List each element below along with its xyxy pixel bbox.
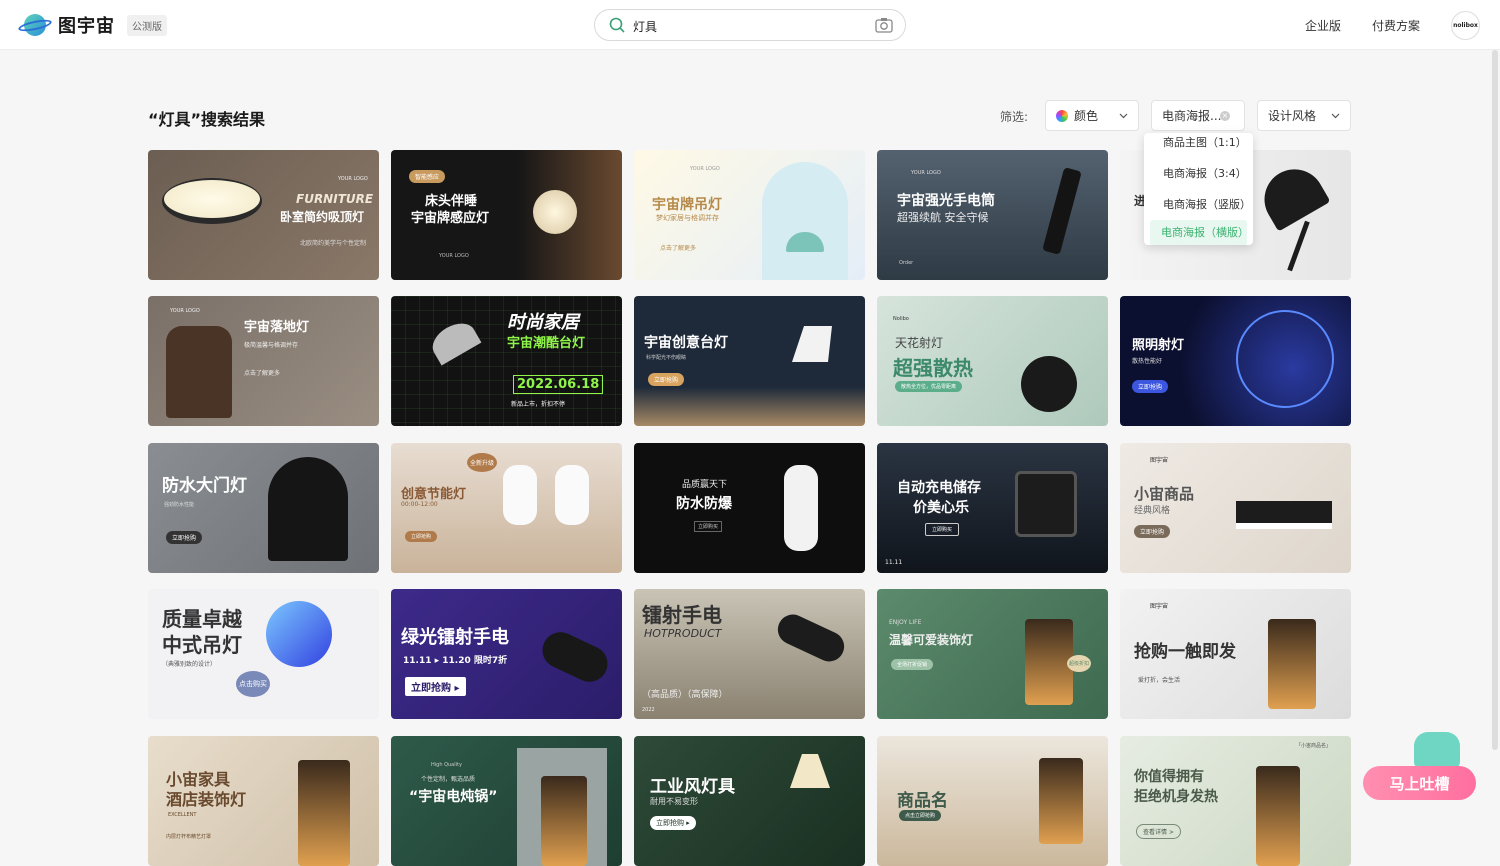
template-card[interactable]: 宇宙创意台灯 科学配光不伤眼睛 立即抢购: [634, 296, 865, 426]
camera-icon[interactable]: [875, 17, 893, 33]
size-dropdown: 商品主图（1:1） 电商海报（3:4） 电商海报（竖版） 电商海报（横版）: [1144, 133, 1253, 245]
template-card[interactable]: High Quality 个性定制，甄选品质 “宇宙电炖锅”: [391, 736, 622, 866]
brand-name: 图宇宙: [58, 16, 115, 37]
template-card[interactable]: 宇宙落地灯 极简温馨与格调并存 点击了解更多 YOUR LOGO: [148, 296, 379, 426]
size-filter-label: 电商海报...: [1162, 109, 1222, 123]
template-card[interactable]: 工业风灯具 耐用不易变形 立即抢购 ▸: [634, 736, 865, 866]
template-card[interactable]: 天花射灯 超强散热 散热全方位，优品零距离 Nolibo: [877, 296, 1108, 426]
scrollbar[interactable]: [1492, 50, 1498, 750]
template-card[interactable]: 你值得拥有 拒绝机身发热 查看详情 > 「小宙商品名」: [1120, 736, 1351, 866]
color-filter[interactable]: 颜色: [1045, 100, 1139, 131]
color-filter-label: 颜色: [1074, 109, 1099, 123]
template-card[interactable]: 商品名 点击立即抢购: [877, 736, 1108, 866]
dropdown-option[interactable]: 商品主图（1:1）: [1144, 134, 1253, 150]
template-card[interactable]: 宇宙强光手电筒 超强续航 安全守候 Order YOUR LOGO: [877, 150, 1108, 280]
results-title: “灯具”搜索结果: [148, 110, 266, 129]
nav-pricing[interactable]: 付费方案: [1372, 17, 1420, 34]
chevron-down-icon: [1119, 113, 1128, 119]
template-card[interactable]: 质量卓越 中式吊灯 （典雅别致的设计） 点击购买: [148, 589, 379, 719]
planet-logo-icon: [17, 12, 53, 38]
feedback-button[interactable]: 马上吐槽: [1363, 766, 1476, 800]
filter-label: 筛选:: [1000, 110, 1029, 124]
dropdown-option[interactable]: 电商海报（3:4）: [1144, 165, 1253, 181]
template-card[interactable]: 宇宙牌吊灯 梦幻家居与格调并存 点击了解更多 YOUR LOGO: [634, 150, 865, 280]
dropdown-option-selected[interactable]: 电商海报（横版）: [1150, 220, 1249, 245]
chevron-down-icon: [1331, 113, 1340, 119]
search-bar[interactable]: [594, 9, 906, 41]
template-card[interactable]: 小宙家具 酒店装饰灯 EXCELLENT 内层灯杆布精艺灯罩: [148, 736, 379, 866]
template-card[interactable]: 防水大门灯 强劲防水性能 立即抢购: [148, 443, 379, 573]
search-input[interactable]: [633, 16, 853, 36]
style-filter-label: 设计风格: [1268, 109, 1317, 123]
nav-enterprise[interactable]: 企业版: [1305, 17, 1341, 34]
size-filter[interactable]: 电商海报... ×: [1151, 100, 1245, 131]
style-filter[interactable]: 设计风格: [1257, 100, 1351, 131]
template-card[interactable]: ENJOY LIFE 温馨可爱装饰灯 全场打折促销 超级折扣: [877, 589, 1108, 719]
template-card[interactable]: 小宙商品 经典风格 立即抢购 图宇宙: [1120, 443, 1351, 573]
mascot-icon[interactable]: [1414, 732, 1460, 768]
avatar[interactable]: nolibox: [1451, 11, 1480, 40]
top-bar: 图宇宙 公测版 企业版 付费方案 nolibox: [0, 0, 1500, 50]
template-card[interactable]: 镭射手电 HOTPRODUCT （高品质）（高保障） 2022: [634, 589, 865, 719]
dropdown-option[interactable]: 电商海报（竖版）: [1144, 196, 1253, 212]
template-card[interactable]: 自动充电储存 价美心乐 立即购买 11.11: [877, 443, 1108, 573]
search-icon[interactable]: [609, 17, 625, 33]
template-card[interactable]: 照明射灯 散热性能好 立即抢购: [1120, 296, 1351, 426]
template-card[interactable]: 时尚家居 宇宙潮酷台灯 2022.06.18 新品上市，折扣不停: [391, 296, 622, 426]
clear-icon[interactable]: ×: [1220, 111, 1230, 121]
template-card[interactable]: 抢购一触即发 爱打折，会生活 图宇宙: [1120, 589, 1351, 719]
template-card[interactable]: 绿光镭射手电 11.11 ▸ 11.20 限时7折 立即抢购 ▸: [391, 589, 622, 719]
template-card[interactable]: 智能感应 床头伴睡 宇宙牌感应灯 YOUR LOGO: [391, 150, 622, 280]
template-card[interactable]: 创意节能灯 00:00-12:00 立即抢购 全新升级: [391, 443, 622, 573]
beta-badge: 公测版: [127, 14, 167, 36]
template-card[interactable]: FURNITURE 卧室简约吸顶灯 北欧简约美学与个性定制 YOUR LOGO: [148, 150, 379, 280]
brand-logo[interactable]: 图宇宙 公测版: [17, 12, 167, 38]
template-card[interactable]: 品质赢天下 防水防爆 立即购买: [634, 443, 865, 573]
color-wheel-icon: [1056, 109, 1068, 122]
